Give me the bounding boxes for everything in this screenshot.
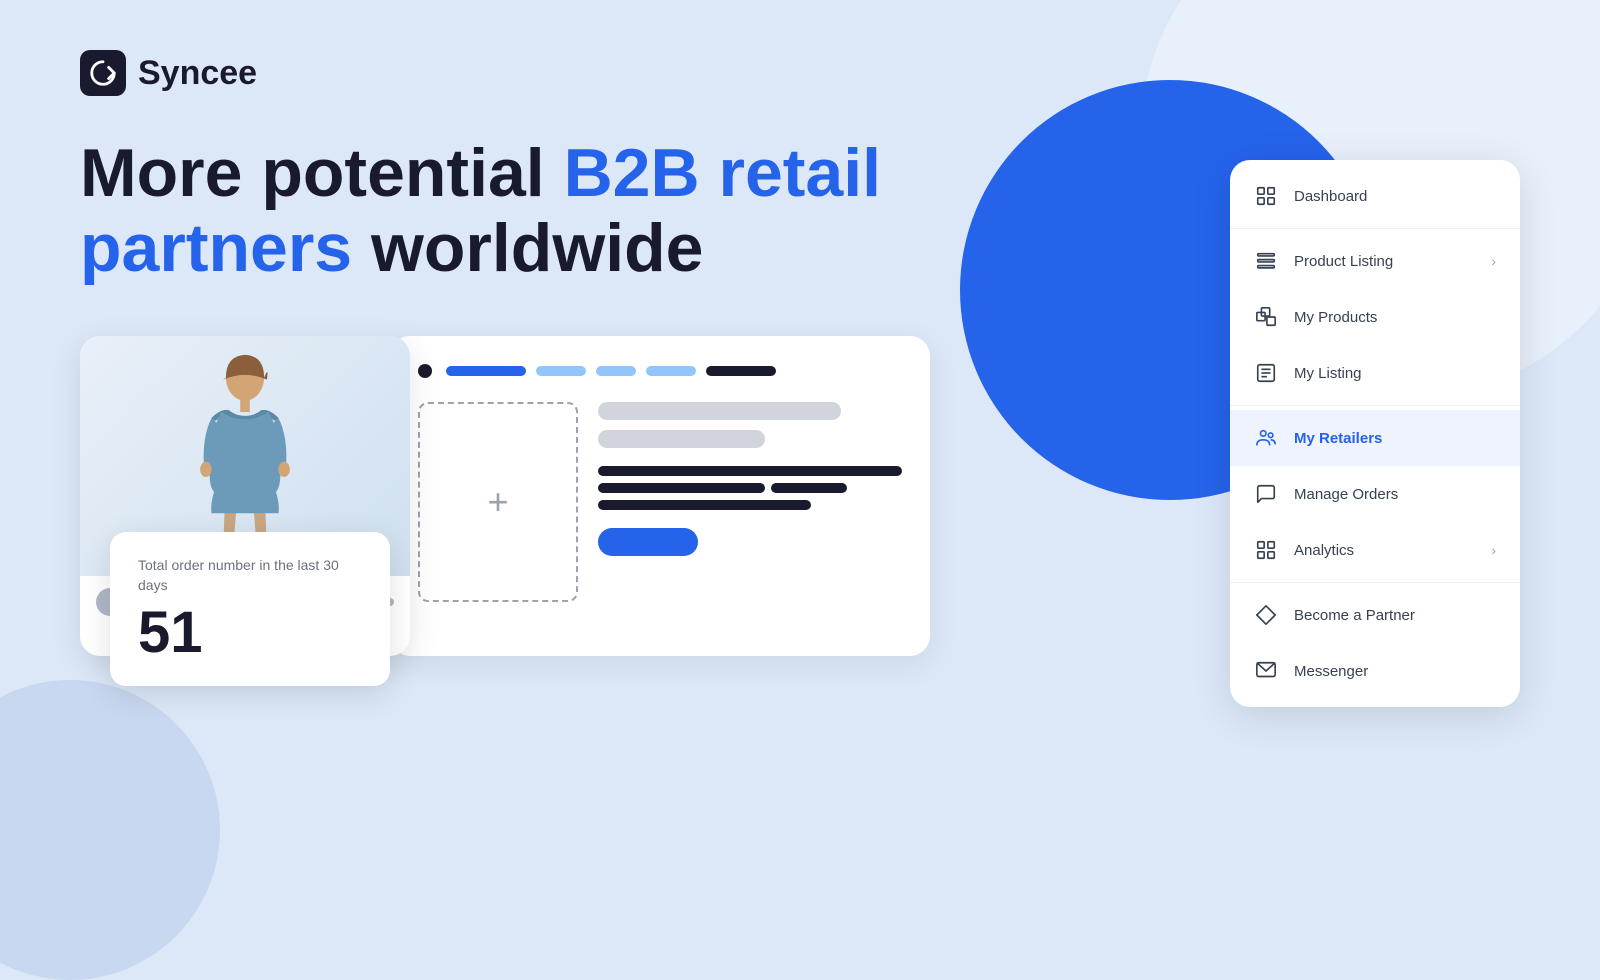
detail-card-header [418,364,902,378]
retailers-icon [1254,426,1278,450]
detail-info-1 [598,402,841,420]
upload-box[interactable]: + [418,402,578,602]
text-line-2a [598,483,765,493]
detail-card: + [390,336,930,656]
headline-highlight1: B2B retail [564,135,881,211]
orders-icon [1254,482,1278,506]
nav-divider-3 [1230,582,1520,583]
plus-icon: + [487,484,508,520]
text-line-3 [598,500,811,510]
nav-panel: Dashboard Product Listing › My Products … [1230,160,1520,707]
detail-action-button[interactable] [598,528,698,556]
headline-part1: More potential [80,135,564,211]
text-line-1 [598,466,902,476]
sidebar-item-product-listing[interactable]: Product Listing › [1230,233,1520,289]
partner-icon [1254,603,1278,627]
sidebar-item-label-my-listing: My Listing [1294,365,1496,382]
headline-part3: worldwide [352,210,703,286]
list-icon [1254,249,1278,273]
stats-label: Total order number in the last 30 days [138,556,362,595]
logo-text: Syncee [138,54,257,93]
sidebar-item-label-my-products: My Products [1294,309,1496,326]
sidebar-item-analytics[interactable]: Analytics › [1230,522,1520,578]
sidebar-item-label-analytics: Analytics [1294,542,1475,559]
header-bar-5 [706,366,776,376]
nav-divider-2 [1230,405,1520,406]
person-figure [190,351,300,561]
detail-info-2 [598,430,765,448]
analytics-icon [1254,538,1278,562]
chevron-icon-analytics: › [1491,542,1496,558]
sidebar-item-manage-orders[interactable]: Manage Orders [1230,466,1520,522]
sidebar-item-become-partner[interactable]: Become a Partner [1230,587,1520,643]
header-bar-2 [536,366,586,376]
sidebar-item-label-my-retailers: My Retailers [1294,430,1496,447]
sidebar-item-label-dashboard: Dashboard [1294,188,1496,205]
chevron-icon-product-listing: › [1491,253,1496,269]
sidebar-item-label-become-partner: Become a Partner [1294,607,1496,624]
products-icon [1254,305,1278,329]
logo-area: Syncee [80,50,1520,96]
sidebar-item-messenger[interactable]: Messenger [1230,643,1520,699]
text-line-2b [771,483,847,493]
stats-card: Total order number in the last 30 days 5… [110,532,390,685]
sidebar-item-dashboard[interactable]: Dashboard [1230,168,1520,224]
detail-text-lines [598,466,902,510]
syncee-logo-svg [88,58,118,88]
sidebar-item-my-products[interactable]: My Products [1230,289,1520,345]
sidebar-item-label-product-listing: Product Listing [1294,253,1475,270]
bg-circle-bottom-left [0,680,220,980]
headline-highlight2: partners [80,210,352,286]
messenger-icon [1254,659,1278,683]
header-bar-3 [596,366,636,376]
dashboard-icon [1254,184,1278,208]
sidebar-item-label-messenger: Messenger [1294,663,1496,680]
headline: More potential B2B retail partners world… [80,136,940,286]
header-bar-4 [646,366,696,376]
detail-right [598,402,902,602]
listing-icon [1254,361,1278,385]
detail-dot [418,364,432,378]
header-bar-1 [446,366,526,376]
nav-divider-1 [1230,228,1520,229]
sidebar-item-my-listing[interactable]: My Listing [1230,345,1520,401]
sidebar-item-my-retailers[interactable]: My Retailers [1230,410,1520,466]
detail-header-lines [446,366,776,376]
stats-number: 51 [138,604,362,662]
logo-icon [80,50,126,96]
detail-card-body: + [418,402,902,602]
sidebar-item-label-manage-orders: Manage Orders [1294,486,1496,503]
